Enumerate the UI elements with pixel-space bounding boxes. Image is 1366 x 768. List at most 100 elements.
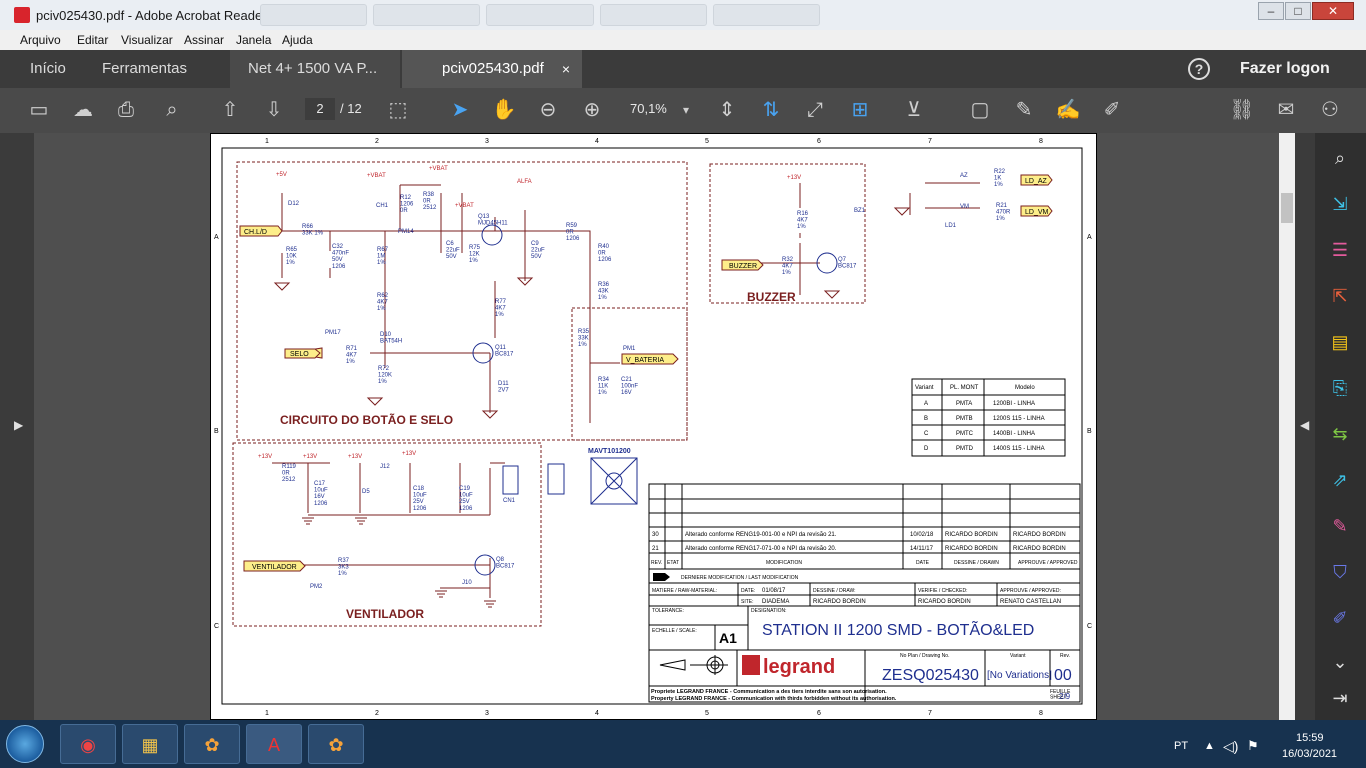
scrollbar-thumb[interactable]	[1281, 193, 1293, 223]
email-icon[interactable]: ✉	[1272, 96, 1300, 124]
sign-icon[interactable]: ✍	[1054, 96, 1082, 124]
part-j10: J10	[462, 580, 472, 586]
scan-ocr-icon[interactable]: ⎘	[1327, 375, 1353, 401]
app-taskbar-icon[interactable]: ✿	[184, 724, 240, 764]
zoom-level[interactable]: 70,1%	[630, 101, 667, 116]
close-window-button[interactable]: ✕	[1312, 2, 1354, 20]
select-cursor-icon[interactable]: ➤	[446, 96, 474, 124]
organize-pages-icon[interactable]: ☰	[1327, 237, 1353, 263]
menu-editar[interactable]: Editar	[77, 33, 108, 47]
sheet-value: 2/9	[1059, 692, 1071, 701]
rev-modification: Alterado conforme RENG17-071-00 e NPI da…	[685, 546, 837, 552]
help-icon[interactable]: ?	[1188, 58, 1210, 80]
clock-time[interactable]: 15:59	[1296, 732, 1324, 744]
clock-date[interactable]: 16/03/2021	[1282, 748, 1337, 760]
expand-left-panel-icon[interactable]: ▶	[14, 418, 23, 432]
fit-page-icon[interactable]: ⇕	[713, 96, 741, 124]
collapse-tools-icon[interactable]: ⇥	[1327, 685, 1353, 711]
add-user-icon[interactable]: ⚇	[1316, 96, 1344, 124]
part-az: AZ	[960, 173, 968, 179]
previous-page-icon[interactable]: ⇧	[216, 96, 244, 124]
variant-cell: 1200BI - LINHA	[993, 401, 1035, 407]
search-icon[interactable]: ⌕	[158, 96, 186, 124]
zoom-in-icon[interactable]: ⊕	[578, 96, 606, 124]
fill-sign-tool-icon[interactable]: ✎	[1327, 513, 1353, 539]
comment-tool-icon[interactable]: ▤	[1327, 329, 1353, 355]
tab-tools[interactable]: Ferramentas	[102, 50, 187, 88]
full-screen-icon[interactable]: ⤢	[801, 96, 829, 124]
part-d12: D12	[288, 201, 300, 207]
start-button[interactable]	[6, 725, 44, 763]
verifie-value: RICARDO BORDIN	[918, 599, 971, 605]
net-vbateria: V_BATERIA	[626, 357, 664, 364]
highlight-icon[interactable]: ✎	[1010, 96, 1038, 124]
next-page-icon[interactable]: ⇩	[260, 96, 288, 124]
protect-icon[interactable]: ⛉	[1327, 559, 1353, 585]
notification-flag-icon[interactable]: ⚑	[1247, 738, 1259, 754]
menu-arquivo[interactable]: Arquivo	[20, 33, 61, 47]
collapse-right-panel-icon[interactable]: ◀	[1300, 418, 1309, 432]
sign-in-button[interactable]: Fazer logon	[1240, 50, 1330, 88]
app2-taskbar-icon[interactable]: ✿	[308, 724, 364, 764]
upload-cloud-icon[interactable]: ☁	[69, 96, 97, 124]
page-number-input[interactable]: 2	[305, 98, 335, 120]
tab-home[interactable]: Início	[30, 50, 66, 88]
zoom-dropdown-icon[interactable]: ▾	[672, 96, 700, 124]
print-icon[interactable]: ⎙	[112, 96, 140, 124]
approuve-value: RENATO CASTELLAN	[1000, 599, 1061, 605]
fill-sign-icon[interactable]: ✐	[1098, 96, 1126, 124]
page-display-icon[interactable]: ⊞	[846, 96, 874, 124]
create-pdf-icon[interactable]: ⇲	[1327, 191, 1353, 217]
select-area-icon[interactable]: ⬚	[384, 96, 412, 124]
variant-value: [No Variations]	[987, 670, 1052, 681]
acrobat-taskbar-icon[interactable]: A	[246, 724, 302, 764]
file-explorer-taskbar-icon[interactable]: ▦	[122, 724, 178, 764]
tab-document-net4[interactable]: Net 4+ 1500 VA P...	[230, 50, 400, 88]
menu-janela[interactable]: Janela	[236, 33, 271, 47]
col-number: 3	[485, 138, 489, 145]
vertical-scrollbar[interactable]	[1279, 133, 1295, 720]
comment-icon[interactable]: ▢	[966, 96, 994, 124]
maximize-button[interactable]: □	[1285, 2, 1311, 20]
part-d11: D11 2V7	[498, 381, 509, 394]
compress-pdf-icon[interactable]: ⇆	[1327, 421, 1353, 447]
menu-assinar[interactable]: Assinar	[184, 33, 224, 47]
close-tab-icon[interactable]: ×	[562, 50, 570, 88]
property-fr: Propriete LEGRAND FRANCE - Communication…	[651, 689, 887, 695]
zoom-out-icon[interactable]: ⊖	[534, 96, 562, 124]
show-hidden-icons-icon[interactable]: ▲	[1204, 740, 1215, 752]
share-link-icon[interactable]: ⛓	[1228, 96, 1256, 124]
row-letter: A	[1087, 234, 1092, 241]
menu-ajuda[interactable]: Ajuda	[282, 33, 313, 47]
hand-tool-icon[interactable]: ✋	[490, 96, 518, 124]
send-for-signature-icon[interactable]: ⇗	[1327, 467, 1353, 493]
save-icon[interactable]: ▭	[25, 96, 53, 124]
designation-label: DESIGNATION:	[751, 608, 786, 614]
more-tools-chevron-icon[interactable]: ⌄	[1327, 649, 1353, 675]
rev-number: 21	[652, 546, 659, 552]
toolbar: ▭ ☁ ⎙ ⌕ ⇧ ⇩ ⬚ ➤ ✋ ⊖ ⊕ ▾ ⇕ ⇅ ⤢ ⊞ ⊻ ▢ ✎ ✍ …	[0, 88, 1366, 133]
menu-visualizar[interactable]: Visualizar	[121, 33, 173, 47]
variant-cell: 1200S 115 - LINHA	[993, 416, 1045, 422]
part-cn1: CN1	[503, 498, 516, 504]
ghost-tab	[599, 4, 707, 26]
ghost-tab	[260, 4, 368, 26]
read-mode-icon[interactable]: ⊻	[900, 96, 928, 124]
scrolling-mode-icon[interactable]: ⇅	[757, 96, 785, 124]
variant-header: Variant	[915, 385, 934, 391]
export-pdf-icon[interactable]: ⇱	[1327, 283, 1353, 309]
chrome-taskbar-icon[interactable]: ◉	[60, 724, 116, 764]
minimize-button[interactable]: –	[1258, 2, 1284, 20]
part-mavt: MAVT101200	[588, 448, 631, 455]
zoom-search-icon[interactable]: ⌕	[1327, 145, 1353, 171]
rev-drawn: RICARDO BORDIN	[945, 532, 998, 538]
variant-header: Modelo	[1015, 385, 1035, 391]
volume-icon[interactable]: ◁)	[1223, 738, 1238, 755]
net-chld: CH.L/D	[244, 229, 267, 236]
language-indicator[interactable]: PT	[1174, 740, 1188, 752]
row-letter: C	[1087, 623, 1092, 630]
col-number: 4	[595, 138, 599, 145]
part-ld1: LD1	[945, 223, 957, 229]
tab-document-pciv[interactable]: pciv025430.pdf ×	[402, 50, 582, 88]
edit-pdf-icon[interactable]: ✐	[1327, 605, 1353, 631]
